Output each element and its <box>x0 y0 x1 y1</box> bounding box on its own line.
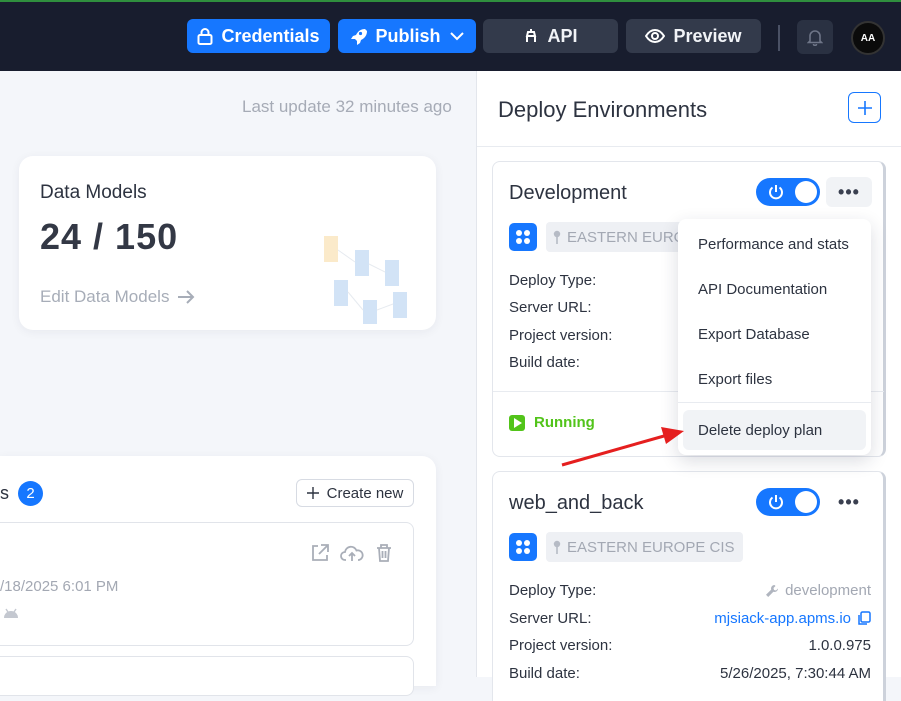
server-url-label: Server URL: <box>509 299 592 316</box>
deploy-environments-title: Deploy Environments <box>498 97 708 122</box>
api-icon <box>526 29 537 42</box>
map-pin-icon <box>553 540 561 554</box>
server-url-link[interactable]: mjsiack-app.apms.io <box>714 610 851 627</box>
add-environment-button[interactable] <box>848 92 881 123</box>
project-date: /18/2025 6:01 PM <box>0 578 119 595</box>
chevron-down-icon <box>449 32 464 41</box>
server-url-label: Server URL: <box>509 610 592 627</box>
grid-flower-icon <box>516 540 530 554</box>
projects-title: s <box>0 483 9 503</box>
create-new-label: Create new <box>326 484 404 502</box>
preview-label: Preview <box>673 25 742 46</box>
environment-power-toggle[interactable] <box>756 178 820 206</box>
project-item[interactable]: /18/2025 6:01 PM <box>0 522 414 646</box>
toggle-knob <box>795 491 817 513</box>
menu-item-delete-deploy-plan[interactable]: Delete deploy plan <box>683 410 866 450</box>
project-version-label: Project version: <box>509 637 613 654</box>
power-icon <box>769 185 783 200</box>
status-badge: Running <box>509 414 595 431</box>
create-new-button[interactable]: Create new <box>296 479 414 507</box>
more-options-button[interactable]: ••• <box>826 177 872 207</box>
environment-power-toggle[interactable] <box>756 488 820 516</box>
menu-item-api-documentation[interactable]: API Documentation <box>683 269 866 309</box>
project-version-label: Project version: <box>509 327 613 344</box>
menu-item-export-files[interactable]: Export files <box>683 359 866 399</box>
more-options-button[interactable]: ••• <box>826 487 872 517</box>
environment-name: web_and_back <box>509 492 644 514</box>
projects-card: s 2 Create new /18/2025 6:01 PM <box>0 456 436 696</box>
power-icon <box>769 495 783 510</box>
project-item[interactable] <box>0 656 414 696</box>
project-version-value: 1.0.0.975 <box>808 637 871 654</box>
api-button[interactable]: API <box>483 19 618 53</box>
play-icon <box>509 414 525 431</box>
deploy-type-label: Deploy Type: <box>509 272 597 289</box>
publish-button[interactable]: Publish <box>338 19 476 53</box>
menu-item-export-database[interactable]: Export Database <box>683 314 866 354</box>
environment-app-icon <box>509 533 537 561</box>
cloud-upload-icon[interactable] <box>340 543 364 563</box>
api-label: API <box>547 25 578 46</box>
ellipsis-icon: ••• <box>838 181 860 202</box>
build-date-label: Build date: <box>509 665 580 682</box>
toolbar-divider <box>778 25 780 51</box>
notifications-button[interactable] <box>797 20 833 54</box>
lock-icon <box>197 28 213 45</box>
menu-divider <box>678 402 871 403</box>
grid-flower-icon <box>516 230 530 244</box>
deploy-type-value: development <box>765 582 871 599</box>
last-update-text: Last update 32 minutes ago <box>242 97 452 116</box>
eye-icon <box>645 29 666 43</box>
region-tag: EASTERN EUROPE CIS <box>546 532 743 562</box>
avatar[interactable]: AA <box>851 21 885 55</box>
rocket-icon <box>351 29 368 45</box>
credentials-label: Credentials <box>221 25 320 46</box>
server-url-value[interactable]: mjsiack-app.apms.io <box>714 610 871 627</box>
environment-card-web-and-back: web_and_back ••• EASTERN EUROPE CIS Depl… <box>492 471 886 701</box>
environment-app-icon <box>509 223 537 251</box>
build-date-value: 5/26/2025, 7:30:44 AM <box>720 665 871 682</box>
top-bar: Credentials Publish API Preview AA <box>0 0 901 71</box>
plus-icon <box>306 487 319 499</box>
toggle-knob <box>795 181 817 203</box>
map-pin-icon <box>553 230 561 244</box>
build-date-label: Build date: <box>509 354 580 371</box>
data-models-count: 24 / 150 <box>40 216 179 257</box>
bell-icon <box>807 30 823 46</box>
data-models-illustration <box>324 236 407 324</box>
projects-count-badge: 2 <box>18 481 43 506</box>
trash-icon[interactable] <box>375 543 393 563</box>
environment-context-menu: Performance and stats API Documentation … <box>678 219 871 455</box>
edit-data-models-link[interactable]: Edit Data Models <box>40 287 195 307</box>
android-icon <box>4 608 18 618</box>
deploy-type-label: Deploy Type: <box>509 582 597 599</box>
edit-data-models-label: Edit Data Models <box>40 287 170 306</box>
data-models-title: Data Models <box>40 182 147 203</box>
preview-button[interactable]: Preview <box>626 19 761 53</box>
menu-item-performance-stats[interactable]: Performance and stats <box>683 224 866 264</box>
wrench-icon <box>766 584 779 597</box>
external-link-icon[interactable] <box>310 543 330 563</box>
plus-icon <box>857 100 872 115</box>
environment-name: Development <box>509 182 627 204</box>
panel-divider <box>477 146 901 147</box>
copy-icon[interactable] <box>857 611 871 626</box>
ellipsis-icon: ••• <box>838 491 860 512</box>
status-label: Running <box>534 414 595 431</box>
region-label: EASTERN EUROPE CIS <box>567 538 735 556</box>
publish-label: Publish <box>375 25 441 46</box>
credentials-button[interactable]: Credentials <box>187 19 330 53</box>
arrow-right-icon <box>178 290 195 304</box>
data-models-card: Data Models 24 / 150 Edit Data Models <box>19 156 436 330</box>
deploy-type-text: development <box>785 582 871 599</box>
